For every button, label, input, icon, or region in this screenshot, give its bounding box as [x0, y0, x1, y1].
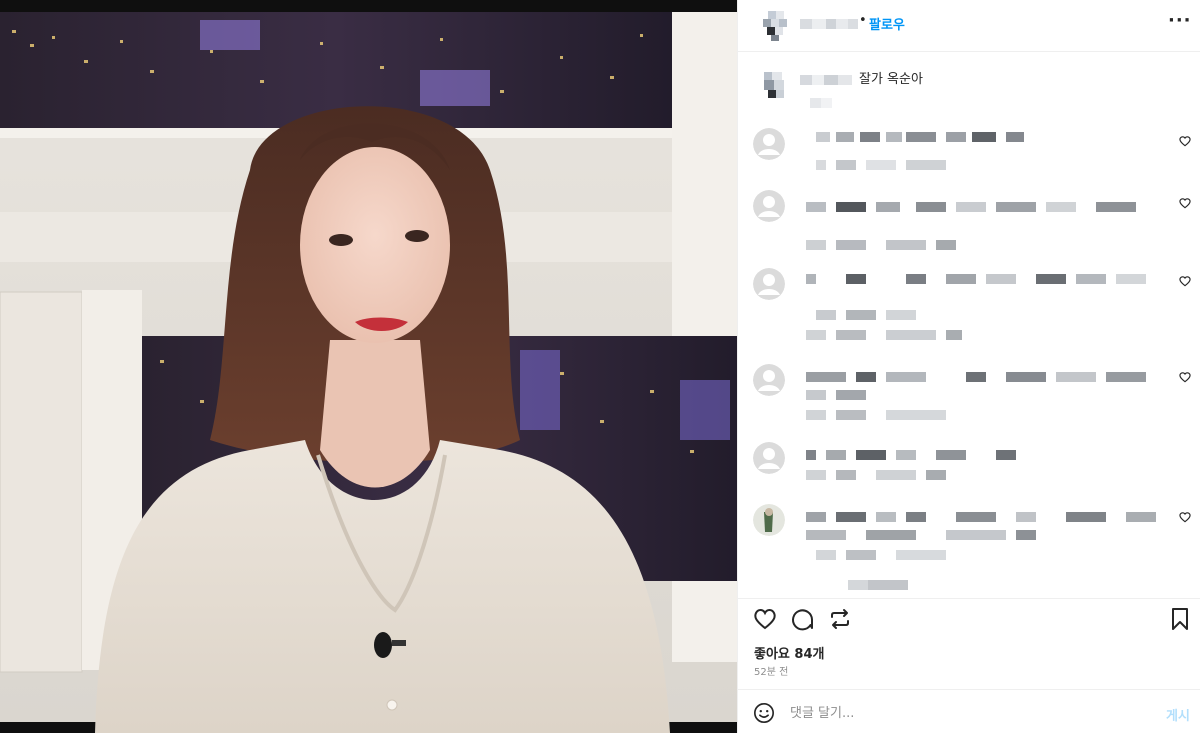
user-avatar[interactable] — [753, 504, 785, 536]
comment-meta-blurred — [816, 160, 946, 170]
comment-like-heart-icon[interactable] — [1178, 370, 1192, 384]
comment-input[interactable] — [790, 700, 1150, 726]
caption-username-blurred[interactable] — [800, 72, 852, 88]
comment-text-blurred — [816, 310, 916, 320]
caption-avatar-icon[interactable] — [760, 68, 796, 104]
likes-count[interactable]: 좋아요 84개 — [754, 643, 824, 662]
comment-text-blurred — [806, 530, 1036, 540]
comment-like-heart-icon[interactable] — [1178, 510, 1192, 524]
more-icon[interactable]: ··· — [1168, 10, 1192, 31]
comment-meta-blurred — [816, 550, 946, 560]
comment-meta-blurred — [806, 410, 946, 420]
default-avatar-icon[interactable] — [753, 190, 785, 222]
comment-meta-blurred — [806, 470, 946, 480]
heart-icon[interactable] — [753, 607, 777, 631]
comment-text-blurred — [806, 450, 1016, 460]
separator-dot: • — [859, 13, 867, 28]
post-comment-button[interactable]: 게시 — [1166, 705, 1190, 724]
author-username-blurred[interactable] — [800, 15, 858, 33]
comment-like-heart-icon[interactable] — [1178, 274, 1192, 288]
default-avatar-icon[interactable] — [753, 128, 785, 160]
post-header: • 팔로우 ··· — [738, 0, 1200, 52]
comment-text-blurred — [806, 274, 1146, 284]
caption-text: 잘가 옥순아 — [859, 72, 923, 87]
caption-meta-blurred — [810, 98, 832, 108]
comment-text-blurred — [806, 390, 866, 400]
view-replies-blurred[interactable] — [848, 578, 928, 592]
comment-meta-blurred — [806, 240, 956, 250]
share-icon[interactable] — [828, 607, 852, 631]
comment-text-blurred — [816, 132, 1024, 142]
follow-button[interactable]: 팔로우 — [869, 14, 905, 33]
post-timestamp[interactable]: 52분 전 — [754, 663, 788, 678]
default-avatar-icon[interactable] — [753, 364, 785, 396]
comment-like-heart-icon[interactable] — [1178, 196, 1192, 210]
comment-text-blurred — [806, 512, 1156, 522]
default-avatar-icon[interactable] — [753, 442, 785, 474]
post-photo — [0, 0, 737, 733]
post-actions-bar — [738, 598, 1200, 638]
comment-composer: 게시 — [738, 689, 1200, 733]
emoji-icon[interactable] — [753, 702, 775, 724]
post-media[interactable] — [0, 0, 737, 733]
post-side-panel: • 팔로우 ··· 잘가 옥순아 좋아요 84개 52분 전 댓글 달기... … — [737, 0, 1200, 733]
post-viewer: • 팔로우 ··· 잘가 옥순아 좋아요 84개 52분 전 댓글 달기... … — [0, 0, 1200, 733]
comment-text-blurred — [806, 202, 1136, 212]
author-avatar-icon[interactable] — [760, 8, 796, 44]
post-caption: 잘가 옥순아 — [738, 60, 1200, 112]
comment-bubble-icon[interactable] — [790, 607, 814, 631]
comment-meta-blurred — [806, 330, 962, 340]
comment-text-blurred — [806, 372, 1146, 382]
comment-like-heart-icon[interactable] — [1178, 134, 1192, 148]
bookmark-icon[interactable] — [1168, 607, 1192, 631]
default-avatar-icon[interactable] — [753, 268, 785, 300]
